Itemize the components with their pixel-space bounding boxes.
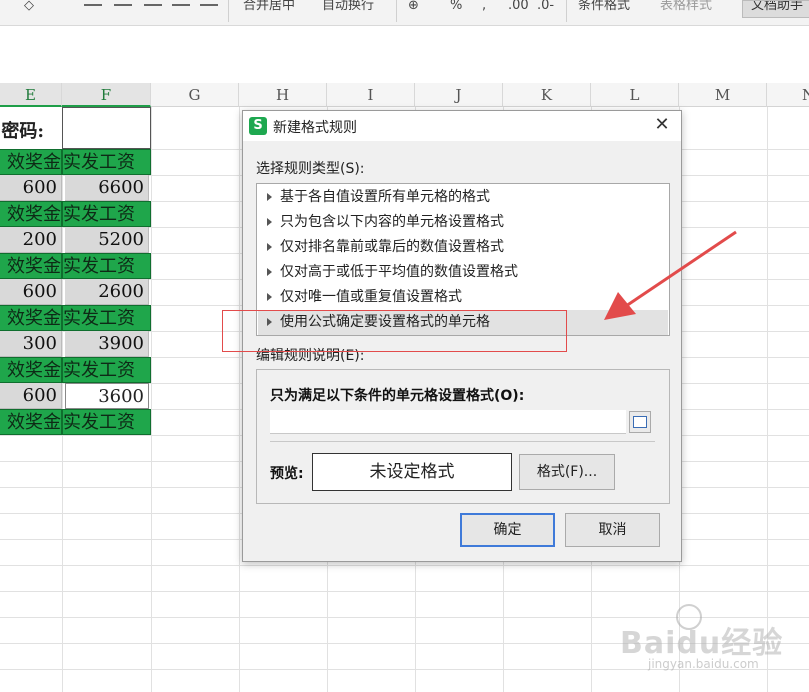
grid-line [767, 107, 768, 692]
pay-header-cell[interactable]: 实发工资 [62, 305, 151, 331]
align-justify-icon[interactable] [172, 4, 190, 6]
expand-triangle-icon [267, 268, 272, 276]
annotation-arrow-icon [604, 230, 737, 320]
ribbon-toolbar: ◇ 合并居中 自动换行 ⊕ % , .00 .0- 条件格式 表格样式 文档助手 [0, 0, 809, 26]
expand-triangle-icon [267, 243, 272, 251]
arrow-shaft [625, 230, 737, 308]
divider [270, 441, 655, 442]
grid-line [151, 107, 152, 692]
range-select-button[interactable] [629, 411, 651, 433]
formula-input[interactable] [270, 410, 626, 434]
annotation-highlight-box [222, 310, 567, 352]
condition-title: 只为满足以下条件的单元格设置格式(O): [270, 388, 525, 404]
increase-decimal-button[interactable]: .00 [508, 0, 529, 14]
pay-header-cell[interactable]: 实发工资 [62, 357, 151, 383]
password-value-cell[interactable] [62, 107, 151, 149]
grid-line [239, 107, 240, 692]
percent-button[interactable]: % [450, 0, 462, 14]
rule-description-panel: 只为满足以下条件的单元格设置格式(O): 预览: 未设定格式 格式(F)... [256, 369, 670, 504]
arrow-head [604, 292, 636, 320]
cancel-button[interactable]: 取消 [565, 513, 660, 547]
grid-line [62, 107, 63, 692]
rule-type-label: 只为包含以下内容的单元格设置格式 [280, 214, 504, 230]
toolbar-divider [396, 0, 397, 22]
rule-type-item[interactable]: 基于各自值设置所有单元格的格式 [258, 185, 668, 210]
dialog-title-bar[interactable]: S 新建格式规则 ✕ [243, 111, 681, 141]
wps-sheets-icon: S [249, 117, 267, 135]
column-header-e[interactable]: E [0, 83, 62, 107]
rule-type-label: 基于各自值设置所有单元格的格式 [280, 189, 490, 205]
pay-value-cell[interactable]: 5200 [65, 227, 149, 253]
toolbar-divider [228, 0, 229, 22]
grid-line [0, 565, 809, 566]
align-left-icon[interactable] [84, 4, 102, 6]
column-header-i[interactable]: I [327, 83, 415, 107]
merge-center-button[interactable]: 合并居中 [243, 0, 295, 14]
column-header-n[interactable]: N [767, 83, 809, 107]
dialog-title: 新建格式规则 [273, 120, 357, 136]
column-header-j[interactable]: J [415, 83, 503, 107]
bonus-value-cell[interactable]: 200 [0, 227, 62, 253]
align-right-icon[interactable] [144, 4, 162, 6]
close-icon[interactable]: ✕ [651, 114, 673, 136]
expand-triangle-icon [267, 193, 272, 201]
pay-value-cell[interactable]: 3900 [65, 331, 149, 357]
watermark-url: jingyan.baidu.com [648, 657, 759, 671]
range-select-icon [633, 416, 647, 428]
expand-triangle-icon [267, 293, 272, 301]
expand-triangle-icon [267, 218, 272, 226]
column-header-g[interactable]: G [151, 83, 239, 107]
password-label-cell[interactable]: 密码: [0, 115, 44, 149]
bonus-header-cell[interactable]: 效奖金 [0, 201, 62, 227]
column-header-m[interactable]: M [679, 83, 767, 107]
column-header-bar: E F G H I J K L M N [0, 83, 809, 107]
pay-header-cell[interactable]: 实发工资 [62, 253, 151, 279]
eraser-icon[interactable]: ◇ [24, 0, 54, 14]
doc-helper-button[interactable]: 文档助手 [742, 0, 809, 18]
pay-value-cell[interactable]: 6600 [65, 175, 149, 201]
pay-value-cell[interactable]: 2600 [65, 279, 149, 305]
ok-button[interactable]: 确定 [460, 513, 555, 547]
distributed-align-icon[interactable] [200, 4, 218, 6]
bonus-header-cell[interactable]: 效奖金 [0, 305, 62, 331]
bonus-value-cell[interactable]: 600 [0, 175, 62, 201]
bonus-header-cell[interactable]: 效奖金 [0, 357, 62, 383]
pay-header-cell[interactable]: 实发工资 [62, 201, 151, 227]
watermark-brand: Baidu经验 [620, 626, 784, 661]
rule-type-label: 仅对高于或低于平均值的数值设置格式 [280, 264, 518, 280]
conditional-format-button[interactable]: 条件格式 [578, 0, 630, 14]
pay-value-cell-active[interactable]: 3600 [65, 383, 149, 409]
rule-type-label: 仅对唯一值或重复值设置格式 [280, 289, 462, 305]
bonus-header-cell[interactable]: 效奖金 [0, 409, 62, 435]
wrap-text-button[interactable]: 自动换行 [322, 0, 374, 14]
pay-header-cell[interactable]: 实发工资 [62, 149, 151, 175]
column-header-f[interactable]: F [62, 83, 151, 107]
currency-icon[interactable]: ⊕ [408, 0, 419, 14]
pay-header-cell[interactable]: 实发工资 [62, 409, 151, 435]
bonus-header-cell[interactable]: 效奖金 [0, 149, 62, 175]
table-style-button[interactable]: 表格样式 [660, 0, 712, 14]
grid-line [0, 591, 809, 592]
comma-style-icon[interactable]: , [482, 0, 486, 14]
bonus-header-cell[interactable]: 效奖金 [0, 253, 62, 279]
bonus-value-cell[interactable]: 300 [0, 331, 62, 357]
preview-label: 预览: [270, 466, 304, 482]
column-header-k[interactable]: K [503, 83, 591, 107]
rule-type-label: 选择规则类型(S): [256, 161, 365, 177]
format-preview: 未设定格式 [312, 453, 512, 491]
column-header-h[interactable]: H [239, 83, 327, 107]
bonus-value-cell[interactable]: 600 [0, 383, 62, 409]
column-header-l[interactable]: L [591, 83, 679, 107]
rule-type-label: 仅对排名靠前或靠后的数值设置格式 [280, 239, 504, 255]
format-button[interactable]: 格式(F)... [519, 454, 615, 490]
toolbar-divider [566, 0, 567, 22]
bonus-value-cell[interactable]: 600 [0, 279, 62, 305]
align-center-icon[interactable] [114, 4, 132, 6]
decrease-decimal-button[interactable]: .0- [537, 0, 554, 14]
